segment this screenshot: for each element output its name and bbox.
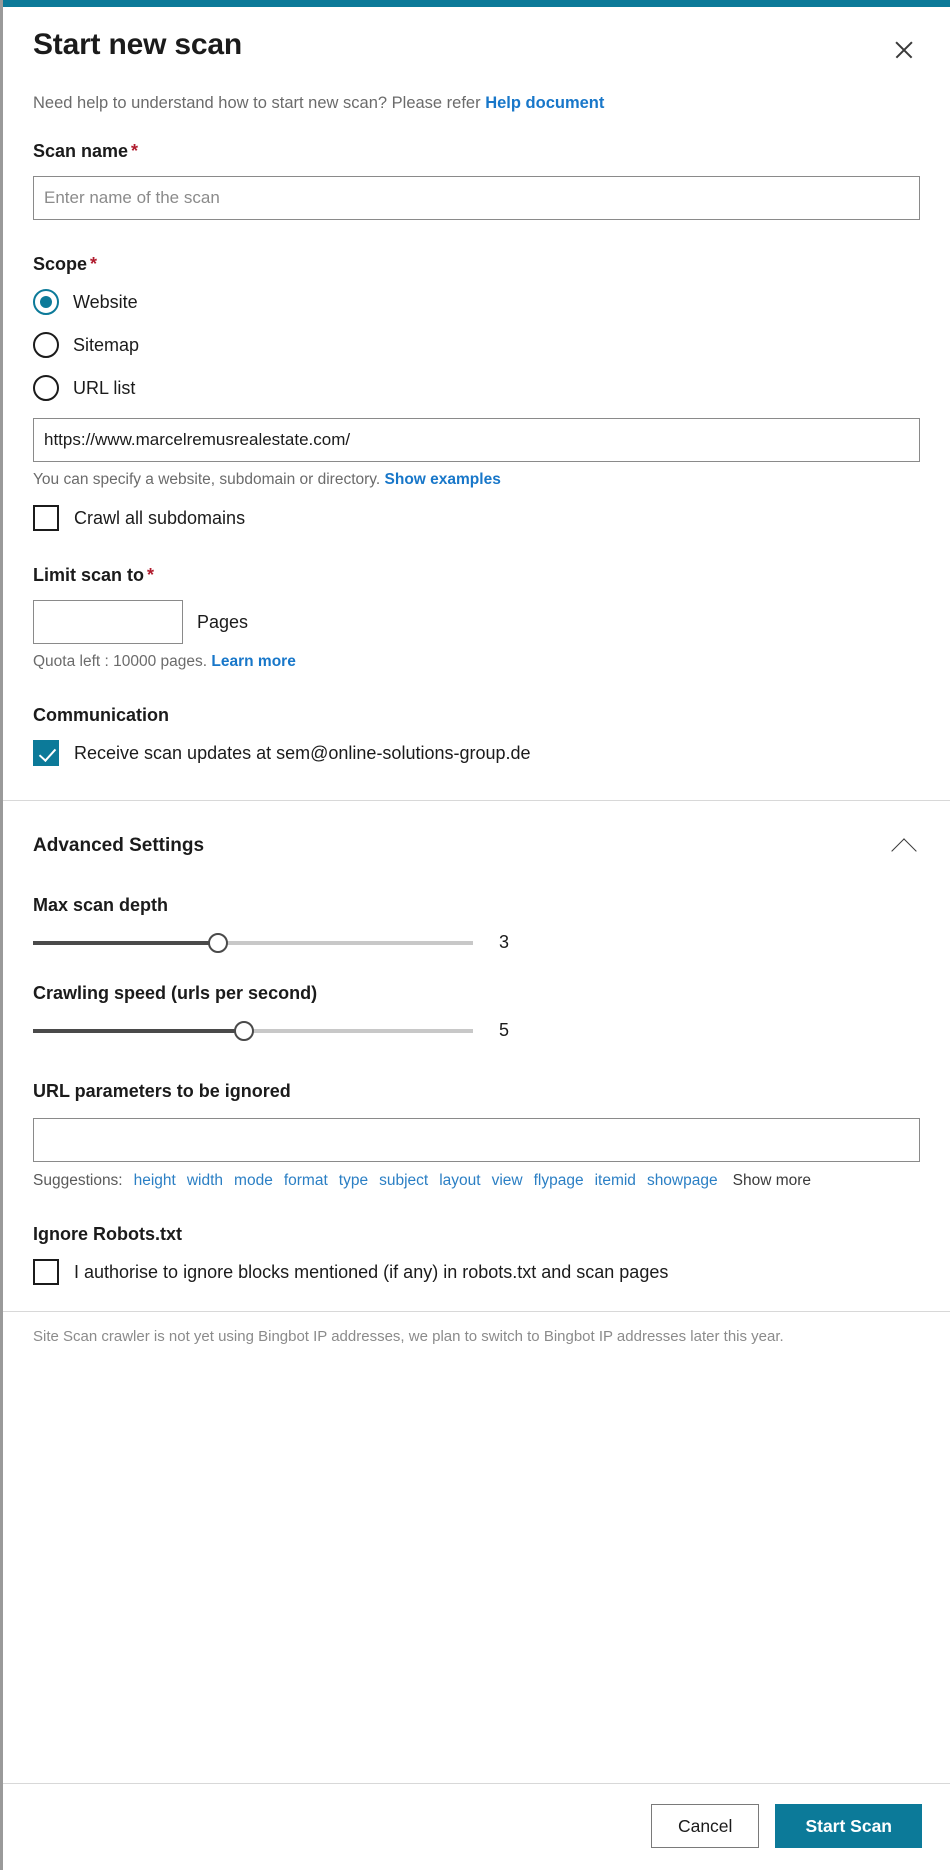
- crawl-speed-value: 5: [499, 1020, 510, 1040]
- suggestion-subject[interactable]: subject: [379, 1172, 428, 1190]
- dialog-body: Need help to understand how to start new…: [3, 68, 950, 1783]
- crawl-speed-label: Crawling speed (urls per second): [33, 983, 318, 1003]
- scan-name-group: Scan name *: [33, 141, 920, 220]
- suggestion-height[interactable]: height: [134, 1172, 176, 1190]
- crawl-speed-slider-thumb[interactable]: [234, 1020, 255, 1041]
- cancel-button[interactable]: Cancel: [650, 1804, 760, 1848]
- advanced-settings-title: Advanced Settings: [33, 835, 205, 856]
- start-scan-button[interactable]: Start Scan: [775, 1804, 922, 1848]
- checkbox-icon-crawl-subdomains: [33, 505, 59, 531]
- crawl-subdomains-checkbox-row[interactable]: Crawl all subdomains: [33, 505, 920, 531]
- robots-label: Ignore Robots.txt: [33, 1224, 182, 1244]
- suggestion-mode[interactable]: mode: [234, 1172, 273, 1190]
- quota-hint: Quota left : 10000 pages. Learn more: [33, 653, 920, 671]
- scan-name-label-text: Scan name: [33, 141, 129, 161]
- scope-label-text: Scope: [33, 254, 88, 274]
- suggestion-view[interactable]: view: [492, 1172, 523, 1190]
- radio-icon-website: [33, 289, 59, 315]
- crawl-speed-slider-fill: [33, 1028, 245, 1033]
- bottom-note: Site Scan crawler is not yet using Bingb…: [33, 1328, 784, 1345]
- suggestion-flypage[interactable]: flypage: [534, 1172, 584, 1190]
- required-marker: *: [131, 141, 139, 161]
- crawl-speed-group: Crawling speed (urls per second) 5: [33, 983, 920, 1041]
- suggestions-row: Suggestions: height width mode format type su…: [33, 1172, 920, 1190]
- required-marker: *: [147, 565, 155, 585]
- scope-label: Scope *: [33, 254, 920, 275]
- limit-scan-group: Limit scan to * Pages Quota left : 10000 …: [33, 565, 920, 671]
- limit-scan-label-text: Limit scan to: [33, 565, 145, 585]
- close-icon[interactable]: [886, 32, 922, 68]
- checkbox-icon-ignore-robots: [33, 1259, 59, 1285]
- learn-more-link[interactable]: Learn more: [211, 653, 295, 670]
- suggestion-type[interactable]: type: [339, 1172, 368, 1190]
- page-title: Start new scan: [33, 28, 242, 61]
- scan-name-label: Scan name *: [33, 141, 920, 162]
- checkbox-icon-receive-updates: [33, 740, 59, 766]
- max-depth-slider-row: 3: [33, 932, 920, 953]
- suggestion-itemid[interactable]: itemid: [595, 1172, 636, 1190]
- scan-name-input[interactable]: [33, 176, 920, 220]
- radio-option-url-list[interactable]: URL list: [33, 375, 920, 401]
- help-line: Need help to understand how to start new…: [33, 94, 920, 113]
- limit-scan-row: Pages: [33, 600, 920, 644]
- radio-icon-url-list: [33, 375, 59, 401]
- dialog-footer: Cancel Start Scan: [3, 1783, 950, 1870]
- suggestion-format[interactable]: format: [284, 1172, 328, 1190]
- radio-icon-sitemap: [33, 332, 59, 358]
- receive-updates-checkbox-row[interactable]: Receive scan updates at sem@online-solut…: [33, 740, 920, 766]
- quota-text: Quota left : 10000 pages.: [33, 653, 208, 670]
- max-depth-slider-fill: [33, 940, 218, 945]
- radio-label-website: Website: [73, 291, 138, 312]
- suggestion-width[interactable]: width: [187, 1172, 223, 1190]
- crawl-speed-slider-row: 5: [33, 1020, 920, 1041]
- limit-scan-input[interactable]: [33, 600, 183, 644]
- radio-option-website[interactable]: Website: [33, 289, 920, 315]
- required-marker: *: [90, 254, 98, 274]
- suggestions-label: Suggestions:: [33, 1172, 123, 1189]
- max-depth-value: 3: [499, 932, 510, 952]
- crawl-speed-slider[interactable]: [33, 1020, 473, 1041]
- suggestion-layout[interactable]: layout: [439, 1172, 480, 1190]
- max-depth-slider[interactable]: [33, 932, 473, 953]
- radio-label-sitemap: Sitemap: [73, 334, 140, 355]
- start-new-scan-dialog: Start new scan Need help to understand h…: [0, 0, 950, 1870]
- accent-bar: [3, 0, 950, 7]
- suggestion-showpage[interactable]: showpage: [647, 1172, 718, 1190]
- max-depth-slider-thumb[interactable]: [207, 932, 228, 953]
- robots-group: Ignore Robots.txt I authorise to ignore …: [33, 1224, 920, 1285]
- receive-updates-label: Receive scan updates at sem@online-solut…: [74, 742, 531, 763]
- radio-label-url-list: URL list: [73, 377, 136, 398]
- scope-url-input[interactable]: [33, 418, 920, 462]
- url-params-label: URL parameters to be ignored: [33, 1081, 291, 1101]
- scope-group: Scope* Website Sitemap URL list You can …: [33, 254, 920, 531]
- help-document-link[interactable]: Help document: [485, 94, 604, 112]
- ignore-robots-label: I authorise to ignore blocks mentioned (…: [74, 1261, 669, 1282]
- communication-group: Communication Receive scan updates at se…: [33, 705, 920, 766]
- scope-hint-text: You can specify a website, subdomain or …: [33, 471, 381, 488]
- max-depth-group: Max scan depth 3: [33, 895, 920, 953]
- show-examples-link[interactable]: Show examples: [385, 471, 501, 488]
- advanced-settings-toggle[interactable]: Advanced Settings: [33, 801, 920, 861]
- max-depth-label: Max scan depth: [33, 895, 169, 915]
- scope-hint: You can specify a website, subdomain or …: [33, 471, 920, 489]
- limit-scan-unit: Pages: [197, 611, 249, 632]
- show-more-link[interactable]: Show more: [733, 1172, 811, 1190]
- url-params-input[interactable]: [33, 1118, 920, 1162]
- dialog-header: Start new scan: [3, 0, 950, 68]
- help-text: Need help to understand how to start new…: [33, 94, 481, 112]
- url-params-group: URL parameters to be ignored Suggestions…: [33, 1081, 920, 1190]
- limit-scan-label: Limit scan to *: [33, 565, 920, 586]
- crawl-subdomains-label: Crawl all subdomains: [74, 507, 246, 528]
- communication-label: Communication: [33, 705, 170, 725]
- chevron-up-icon: [890, 831, 920, 861]
- radio-option-sitemap[interactable]: Sitemap: [33, 332, 920, 358]
- ignore-robots-checkbox-row[interactable]: I authorise to ignore blocks mentioned (…: [33, 1259, 920, 1285]
